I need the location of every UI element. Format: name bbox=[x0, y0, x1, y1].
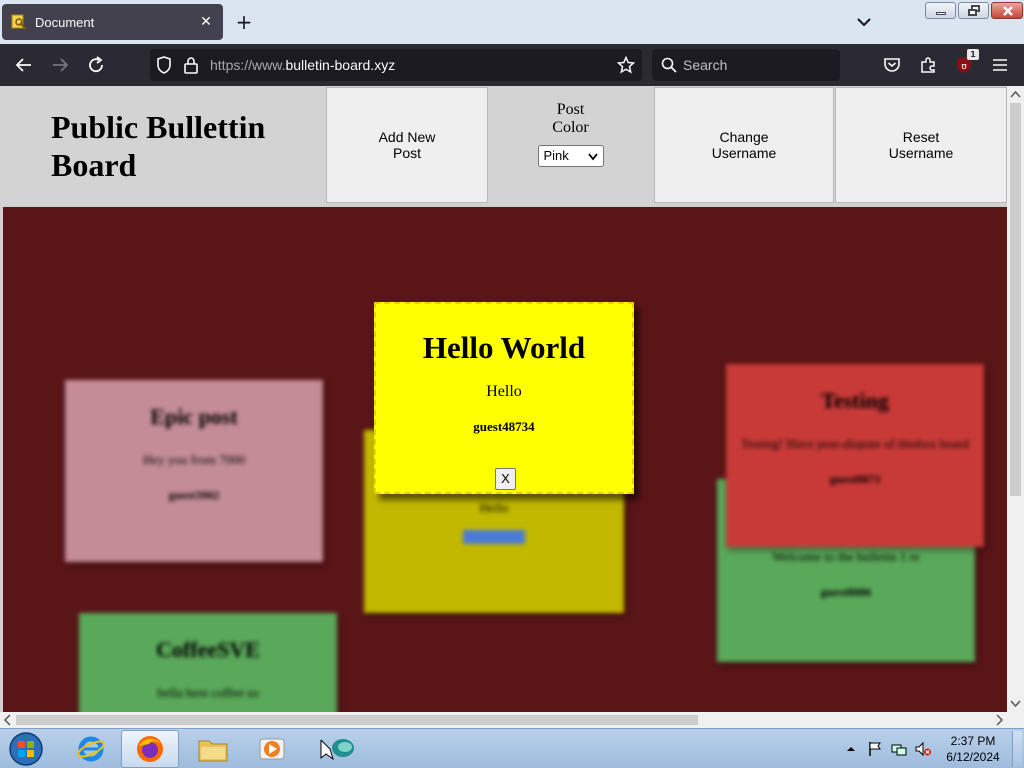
menu-hamburger-icon[interactable] bbox=[989, 54, 1011, 76]
post-body: Testing! Have post-dispute of thisbox bo… bbox=[740, 436, 970, 451]
post-color-value: Pink bbox=[543, 148, 569, 163]
url-prefix: https://www. bbox=[210, 57, 286, 73]
taskbar-clock[interactable]: 2:37 PM 6/12/2024 bbox=[938, 733, 1008, 765]
modal-post-body: Hello bbox=[486, 383, 522, 400]
windows-taskbar: 2:37 PM 6/12/2024 bbox=[0, 728, 1024, 768]
post-title: Testing bbox=[821, 388, 889, 413]
url-text: https://www.bulletin-board.xyz bbox=[210, 57, 395, 73]
post-card[interactable]: Epic post Hey you from 7000 guest3902 bbox=[65, 380, 323, 562]
tab-title: Document bbox=[35, 14, 95, 30]
post-body: bella here coffee so bbox=[157, 685, 259, 700]
restore-icon[interactable] bbox=[958, 2, 989, 19]
post-color-control: Post Color Pink bbox=[493, 101, 648, 167]
search-placeholder: Search bbox=[683, 57, 728, 73]
start-button[interactable] bbox=[0, 730, 52, 768]
new-tab-plus-icon[interactable]: + bbox=[234, 12, 254, 32]
extensions-puzzle-icon[interactable] bbox=[917, 54, 939, 76]
post-username: guest3902 bbox=[168, 488, 220, 502]
scrollbar-corner bbox=[1007, 712, 1024, 728]
chevron-down-icon bbox=[587, 153, 598, 161]
browser-tab[interactable]: Document ✕ bbox=[2, 4, 223, 40]
tab-bar: Document ✕ + bbox=[0, 0, 1024, 44]
search-bar[interactable]: Search bbox=[652, 49, 840, 81]
change-username-label: Change Username bbox=[711, 129, 777, 161]
horizontal-scrollbar[interactable] bbox=[0, 712, 1007, 728]
modal-post-title: Hello World bbox=[422, 330, 586, 365]
change-username-button[interactable]: Change Username bbox=[654, 87, 834, 203]
lock-icon[interactable] bbox=[180, 54, 202, 76]
scroll-right-icon[interactable] bbox=[992, 712, 1006, 728]
post-body: Welcome to the bulletin 1 re bbox=[772, 549, 920, 564]
reload-icon[interactable] bbox=[85, 54, 107, 76]
minimize-icon[interactable] bbox=[925, 2, 956, 19]
back-arrow-icon[interactable] bbox=[13, 54, 35, 76]
post-color-select[interactable]: Pink bbox=[537, 145, 604, 167]
chevron-down-icon[interactable] bbox=[854, 12, 874, 32]
post-username: guest8873 bbox=[829, 472, 881, 486]
folder-icon bbox=[198, 740, 228, 762]
taskbar-firefox[interactable] bbox=[121, 730, 179, 768]
reset-username-label: Reset Username bbox=[888, 129, 954, 161]
page-header: Public Bullettin Board Add New Post Post… bbox=[0, 86, 1007, 205]
add-new-post-label: Add New Post bbox=[378, 129, 436, 161]
clock-date: 6/12/2024 bbox=[946, 750, 1000, 764]
window-close-icon[interactable] bbox=[991, 2, 1023, 19]
action-center-flag-icon[interactable] bbox=[866, 740, 884, 758]
forward-arrow-icon[interactable] bbox=[49, 54, 71, 76]
horizontal-scroll-thumb[interactable] bbox=[16, 715, 698, 725]
show-desktop-button[interactable] bbox=[1012, 731, 1022, 767]
taskbar-file-explorer[interactable] bbox=[184, 730, 242, 768]
address-bar[interactable]: https://www.bulletin-board.xyz bbox=[150, 49, 642, 81]
post-color-label: Post Color bbox=[552, 101, 589, 136]
window-controls bbox=[925, 2, 1023, 20]
modal-close-button[interactable]: X bbox=[495, 468, 516, 490]
extension-badge: 1 bbox=[967, 49, 979, 60]
media-player-icon bbox=[259, 738, 285, 760]
internet-explorer-icon bbox=[77, 736, 105, 762]
shield-icon[interactable] bbox=[153, 54, 175, 76]
network-icon[interactable] bbox=[890, 740, 908, 758]
firefox-icon bbox=[137, 736, 163, 762]
volume-muted-icon[interactable] bbox=[914, 740, 932, 758]
pocket-icon[interactable] bbox=[881, 54, 903, 76]
post-title: Epic post bbox=[150, 404, 238, 429]
clock-time: 2:37 PM bbox=[950, 734, 996, 748]
post-body: Hello bbox=[479, 500, 509, 515]
vertical-scroll-thumb[interactable] bbox=[1010, 103, 1021, 496]
bookmark-star-icon[interactable] bbox=[615, 54, 637, 76]
scroll-up-icon[interactable] bbox=[1007, 88, 1024, 102]
post-detail-modal: Hello World Hello guest48734 X bbox=[374, 302, 634, 494]
taskbar-media-player[interactable] bbox=[243, 730, 301, 768]
post-username: guest8086 bbox=[820, 585, 872, 599]
reset-username-button[interactable]: Reset Username bbox=[835, 87, 1007, 203]
post-card[interactable]: Testing Testing! Have post-dispute of th… bbox=[726, 364, 984, 547]
post-username-highlight bbox=[463, 530, 525, 544]
taskbar-app[interactable] bbox=[306, 730, 364, 768]
document-favicon-icon bbox=[11, 14, 27, 30]
navigation-bar: https://www.bulletin-board.xyz Search ʊ … bbox=[0, 44, 1024, 86]
show-hidden-icons-icon[interactable] bbox=[845, 740, 863, 758]
site-title: Public Bullettin Board bbox=[51, 109, 266, 183]
scroll-left-icon[interactable] bbox=[1, 712, 15, 728]
modal-post-username: guest48734 bbox=[473, 419, 535, 434]
close-tab-icon[interactable]: ✕ bbox=[197, 13, 215, 31]
add-new-post-button[interactable]: Add New Post bbox=[326, 87, 488, 203]
url-domain: bulletin-board.xyz bbox=[285, 57, 396, 73]
post-title: CoffeeSVE bbox=[156, 637, 260, 662]
fish-app-icon bbox=[320, 739, 354, 761]
scroll-down-icon[interactable] bbox=[1007, 696, 1024, 710]
svg-text:ʊ: ʊ bbox=[961, 62, 967, 72]
ublock-shield-icon[interactable]: ʊ 1 bbox=[953, 49, 979, 76]
taskbar-internet-explorer[interactable] bbox=[62, 730, 120, 768]
windows-start-orb-icon bbox=[9, 732, 43, 766]
vertical-scrollbar[interactable] bbox=[1007, 86, 1024, 712]
post-card[interactable]: CoffeeSVE bella here coffee so bbox=[79, 613, 337, 712]
post-body: Hey you from 7000 bbox=[142, 452, 246, 467]
search-icon bbox=[658, 54, 680, 76]
